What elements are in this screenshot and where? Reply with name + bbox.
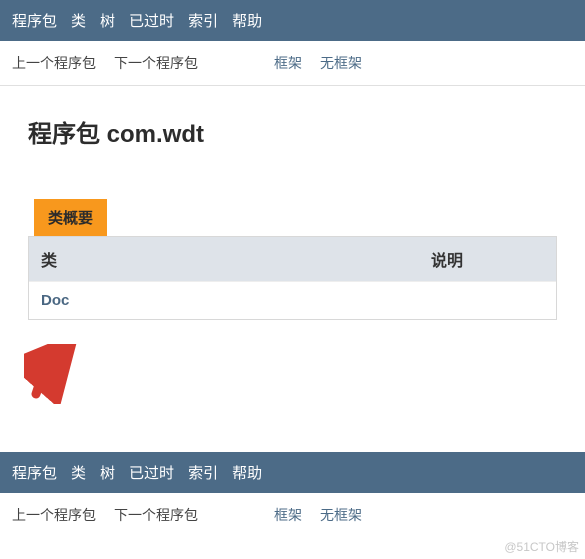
nav-item-index[interactable]: 索引 — [188, 10, 218, 31]
nav-item-package[interactable]: 程序包 — [12, 10, 57, 31]
bottom-subnav: 上一个程序包 下一个程序包 框架 无框架 — [0, 493, 585, 537]
top-subnav: 上一个程序包 下一个程序包 框架 无框架 — [0, 41, 585, 86]
bottom-navbar: 程序包 类 树 已过时 索引 帮助 — [0, 452, 585, 493]
nav-item-package-bottom[interactable]: 程序包 — [12, 462, 57, 483]
class-link-doc[interactable]: Doc — [41, 292, 69, 309]
nav-item-deprecated-bottom[interactable]: 已过时 — [129, 462, 174, 483]
nav-item-class[interactable]: 类 — [71, 10, 86, 31]
nav-item-index-bottom[interactable]: 索引 — [188, 462, 218, 483]
nav-item-help-bottom[interactable]: 帮助 — [232, 462, 262, 483]
column-header-class: 类 — [29, 237, 419, 281]
frames-link-bottom[interactable]: 框架 — [274, 505, 302, 525]
nav-item-tree-bottom[interactable]: 树 — [100, 462, 115, 483]
noframes-link[interactable]: 无框架 — [320, 53, 362, 73]
next-package-link-bottom[interactable]: 下一个程序包 — [114, 505, 198, 525]
noframes-link-bottom[interactable]: 无框架 — [320, 505, 362, 525]
package-heading: 程序包 com.wdt — [28, 114, 557, 149]
table-header-row: 类 说明 — [29, 236, 556, 281]
top-navbar: 程序包 类 树 已过时 索引 帮助 — [0, 0, 585, 41]
prev-package-link-bottom[interactable]: 上一个程序包 — [12, 505, 96, 525]
class-summary-table: 类 说明 Doc — [28, 236, 557, 320]
prev-package-link[interactable]: 上一个程序包 — [12, 53, 96, 73]
next-package-link[interactable]: 下一个程序包 — [114, 53, 198, 73]
frames-link[interactable]: 框架 — [274, 53, 302, 73]
nav-item-help[interactable]: 帮助 — [232, 10, 262, 31]
content-area: 程序包 com.wdt 类概要 类 说明 Doc — [0, 86, 585, 386]
nav-item-deprecated[interactable]: 已过时 — [129, 10, 174, 31]
package-name: com.wdt — [107, 121, 204, 148]
nav-item-tree[interactable]: 树 — [100, 10, 115, 31]
class-name-cell: Doc — [29, 281, 419, 319]
package-title-prefix: 程序包 — [28, 121, 107, 148]
table-row: Doc — [29, 281, 556, 319]
class-summary-tab[interactable]: 类概要 — [34, 199, 107, 236]
class-desc-cell — [419, 281, 556, 319]
nav-item-class-bottom[interactable]: 类 — [71, 462, 86, 483]
watermark-text: @51CTO博客 — [504, 538, 579, 555]
column-header-description: 说明 — [419, 237, 556, 281]
